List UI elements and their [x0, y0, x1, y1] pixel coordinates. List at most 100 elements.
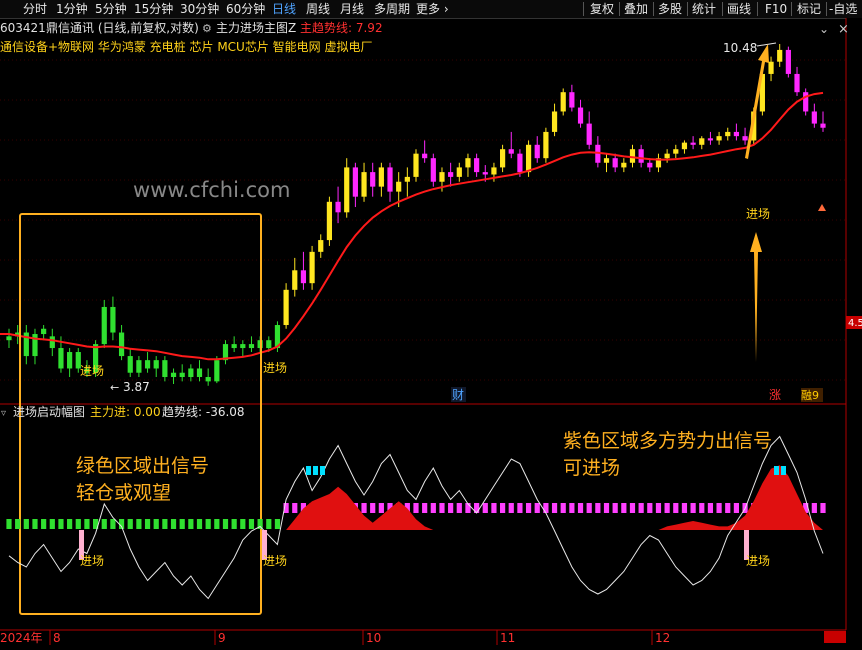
- candle-body: [681, 142, 688, 150]
- candle-body: [205, 377, 211, 382]
- adjust-button[interactable]: 复权: [590, 1, 614, 17]
- sub-collapse-icon[interactable]: ▿: [1, 408, 6, 419]
- financial-badge-label[interactable]: 财: [452, 388, 464, 402]
- candle-body: [404, 176, 410, 182]
- purple-note-line-1: 紫色区域多方势力出信号: [563, 430, 772, 452]
- signal-bar: [491, 503, 497, 513]
- period-tab-monthly[interactable]: 月线: [340, 1, 364, 17]
- signal-bar: [699, 503, 705, 513]
- candle-body: [586, 123, 592, 145]
- signal-bar: [144, 519, 151, 529]
- green-note-line-2: 轻仓或观望: [76, 482, 171, 504]
- signal-bar: [664, 503, 670, 513]
- signal-bar: [136, 519, 142, 529]
- candle-body: [67, 352, 73, 369]
- candle-body: [361, 172, 367, 197]
- candle-body: [794, 73, 800, 93]
- signal-bar: [586, 503, 592, 513]
- signal-bar: [525, 503, 532, 513]
- candle-body: [508, 149, 514, 154]
- period-tab-60min[interactable]: 60分钟: [226, 1, 265, 17]
- settings-icon[interactable]: ⚙: [202, 22, 212, 35]
- signal-bar: [534, 503, 540, 513]
- entry-marker-main-2: 进场: [263, 361, 287, 375]
- candle-body: [283, 289, 289, 326]
- candle-body: [629, 149, 636, 163]
- signal-bar: [655, 503, 662, 513]
- signal-bar: [205, 519, 211, 529]
- candle-body: [482, 172, 488, 175]
- signal-bar: [707, 503, 714, 513]
- indicator-name[interactable]: 主力进场主图Z: [216, 21, 296, 35]
- entry-marker-sub-3: 进场: [746, 554, 770, 568]
- candle-body: [716, 136, 722, 141]
- candle-body: [664, 153, 670, 159]
- signal-bar: [274, 519, 281, 529]
- stock-code: 603421: [0, 21, 46, 35]
- period-tab-daily[interactable]: 日线: [272, 1, 296, 17]
- candle-body: [577, 107, 584, 124]
- period-tab-15min[interactable]: 15分钟: [134, 1, 173, 17]
- candle-body: [422, 153, 428, 159]
- margin-badge[interactable]: 融9: [801, 389, 819, 402]
- cyan-marker-2: [313, 466, 318, 475]
- candle-body: [49, 336, 55, 349]
- period-tab-1min[interactable]: 1分钟: [56, 1, 88, 17]
- signal-bar: [15, 519, 21, 529]
- period-tab-multi[interactable]: 多周期: [374, 1, 410, 17]
- candle-body: [300, 270, 307, 284]
- candle-body: [326, 201, 333, 241]
- candle-body: [638, 149, 644, 163]
- candle-body: [777, 49, 783, 62]
- candle-body: [196, 368, 203, 378]
- candle-body: [647, 162, 653, 168]
- candle-body: [41, 328, 47, 335]
- signal-bar: [820, 503, 826, 513]
- candle-body: [439, 172, 445, 182]
- entry-marker-sub-1: 进场: [80, 554, 104, 568]
- high-price-label: 10.48: [723, 41, 757, 55]
- close-icon[interactable]: ×: [838, 22, 849, 37]
- mark-button[interactable]: 标记: [797, 1, 821, 17]
- limit-up-badge[interactable]: 涨: [769, 387, 781, 402]
- signal-bar: [370, 503, 376, 513]
- signal-bar: [621, 503, 627, 513]
- signal-bar: [482, 503, 488, 513]
- scroll-indicator[interactable]: [824, 631, 846, 643]
- period-tab-30min[interactable]: 30分钟: [180, 1, 219, 17]
- date-label-year: 2024年: [0, 631, 43, 645]
- chevron-down-icon[interactable]: ⌄: [819, 22, 829, 36]
- concept-tags: 通信设备+物联网 华为鸿蒙 充电桩 芯片 MCU芯片 智能电网 虚拟电厂: [0, 39, 372, 54]
- signal-bar: [638, 503, 644, 513]
- entry-arrow-up-main: [750, 232, 762, 362]
- statistics-button[interactable]: 统计: [692, 1, 716, 17]
- signal-bar: [448, 503, 454, 513]
- period-tab-weekly[interactable]: 周线: [306, 1, 330, 17]
- candle-body: [543, 131, 549, 159]
- signal-bar: [647, 503, 653, 513]
- candle-body: [248, 344, 255, 349]
- signal-bar: [499, 503, 506, 513]
- entry-marker-sub-2: 进场: [263, 554, 287, 568]
- f10-button[interactable]: F10: [765, 1, 787, 17]
- signal-bar: [67, 519, 73, 529]
- multi-stock-button[interactable]: 多股: [658, 1, 682, 17]
- sub-indicator-name[interactable]: 进场启动幅图: [13, 404, 85, 419]
- period-tab-intraday[interactable]: 分时: [23, 1, 47, 17]
- cyan-marker-1: [306, 466, 311, 475]
- candle-body: [396, 181, 402, 192]
- period-tab-more[interactable]: 更多 ›: [416, 1, 449, 17]
- signal-bar: [517, 503, 523, 513]
- watchlist-button[interactable]: -自选: [829, 1, 857, 17]
- candle-body: [612, 158, 618, 168]
- signal-bar: [422, 503, 428, 513]
- draw-line-button[interactable]: 画线: [727, 1, 751, 17]
- stock-chart[interactable]: 603421 鼎信通讯 (日线,前复权,对数) ⚙ 主力进场主图Z 主趋势线: …: [0, 18, 862, 650]
- low-arrow-icon: ←: [110, 381, 119, 394]
- overlay-button[interactable]: 叠加: [624, 1, 648, 17]
- signal-bar: [101, 519, 107, 529]
- period-tab-5min[interactable]: 5分钟: [95, 1, 127, 17]
- signal-bar: [378, 503, 384, 513]
- candle-body: [456, 167, 462, 177]
- signal-bar: [508, 503, 514, 513]
